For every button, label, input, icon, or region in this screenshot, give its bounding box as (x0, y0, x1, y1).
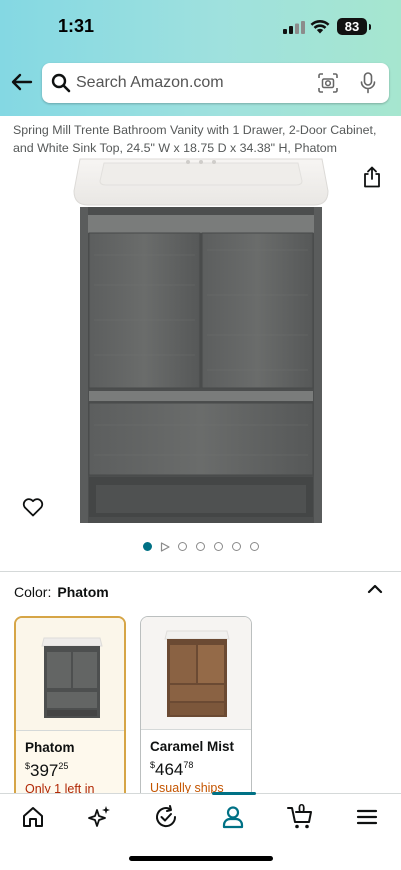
variant-card-phatom[interactable]: Phatom $39725 Only 1 left in (14, 616, 126, 816)
tab-menu[interactable] (354, 804, 384, 834)
search-icon (51, 73, 71, 93)
thumb-divider (141, 729, 251, 730)
product-title[interactable]: Spring Mill Trente Bathroom Vanity with … (13, 121, 393, 157)
active-tab-indicator (212, 792, 256, 795)
search-bar[interactable] (42, 63, 389, 103)
variant-card-caramel-mist[interactable]: Caramel Mist $46478 Usually ships (140, 616, 252, 816)
cellular-signal-icon (283, 21, 305, 34)
tab-rufus[interactable] (86, 804, 116, 834)
variant-name: Caramel Mist (150, 739, 235, 754)
battery-indicator: 83 (337, 18, 371, 35)
tab-orders[interactable] (153, 804, 183, 834)
variant-price: $39725 (25, 761, 69, 780)
home-indicator (129, 856, 273, 861)
tab-account[interactable] (220, 804, 250, 834)
back-arrow-icon[interactable] (10, 70, 34, 94)
home-icon (23, 807, 43, 827)
image-dot-5[interactable] (214, 542, 223, 551)
cart-count: 0 (298, 801, 306, 816)
image-dot-3[interactable] (178, 542, 187, 551)
account-icon (222, 806, 244, 829)
color-selector-header[interactable]: Color: Phatom (14, 584, 109, 600)
search-input[interactable] (76, 71, 306, 95)
chevron-up-icon[interactable] (366, 582, 384, 596)
microphone-icon[interactable] (360, 72, 376, 94)
share-icon[interactable] (362, 166, 382, 188)
image-dot-1[interactable] (143, 542, 152, 551)
tab-cart[interactable]: 0 (287, 801, 317, 834)
sparkle-icon (88, 806, 110, 827)
menu-icon (356, 809, 378, 825)
thumb-divider (16, 730, 124, 731)
variant-image (164, 630, 230, 717)
variant-price: $46478 (150, 760, 194, 779)
status-bar: 1:31 83 (0, 0, 401, 54)
image-dot-7[interactable] (250, 542, 259, 551)
wishlist-heart-icon[interactable] (22, 497, 44, 517)
variant-image (41, 637, 103, 718)
image-dot-6[interactable] (232, 542, 241, 551)
orders-icon (156, 805, 177, 828)
variant-thumbnail (16, 618, 124, 730)
variant-thumbnail (141, 617, 251, 729)
video-play-icon[interactable] (160, 542, 170, 552)
tab-home[interactable] (20, 804, 50, 834)
status-time: 1:31 (58, 16, 95, 36)
variant-name: Phatom (25, 740, 75, 755)
product-image[interactable] (70, 155, 332, 525)
section-divider (0, 571, 401, 572)
image-dot-4[interactable] (196, 542, 205, 551)
color-selected-value: Phatom (57, 584, 109, 600)
camera-search-icon[interactable] (318, 73, 338, 93)
wifi-icon (310, 19, 330, 34)
color-label: Color: (14, 584, 52, 600)
